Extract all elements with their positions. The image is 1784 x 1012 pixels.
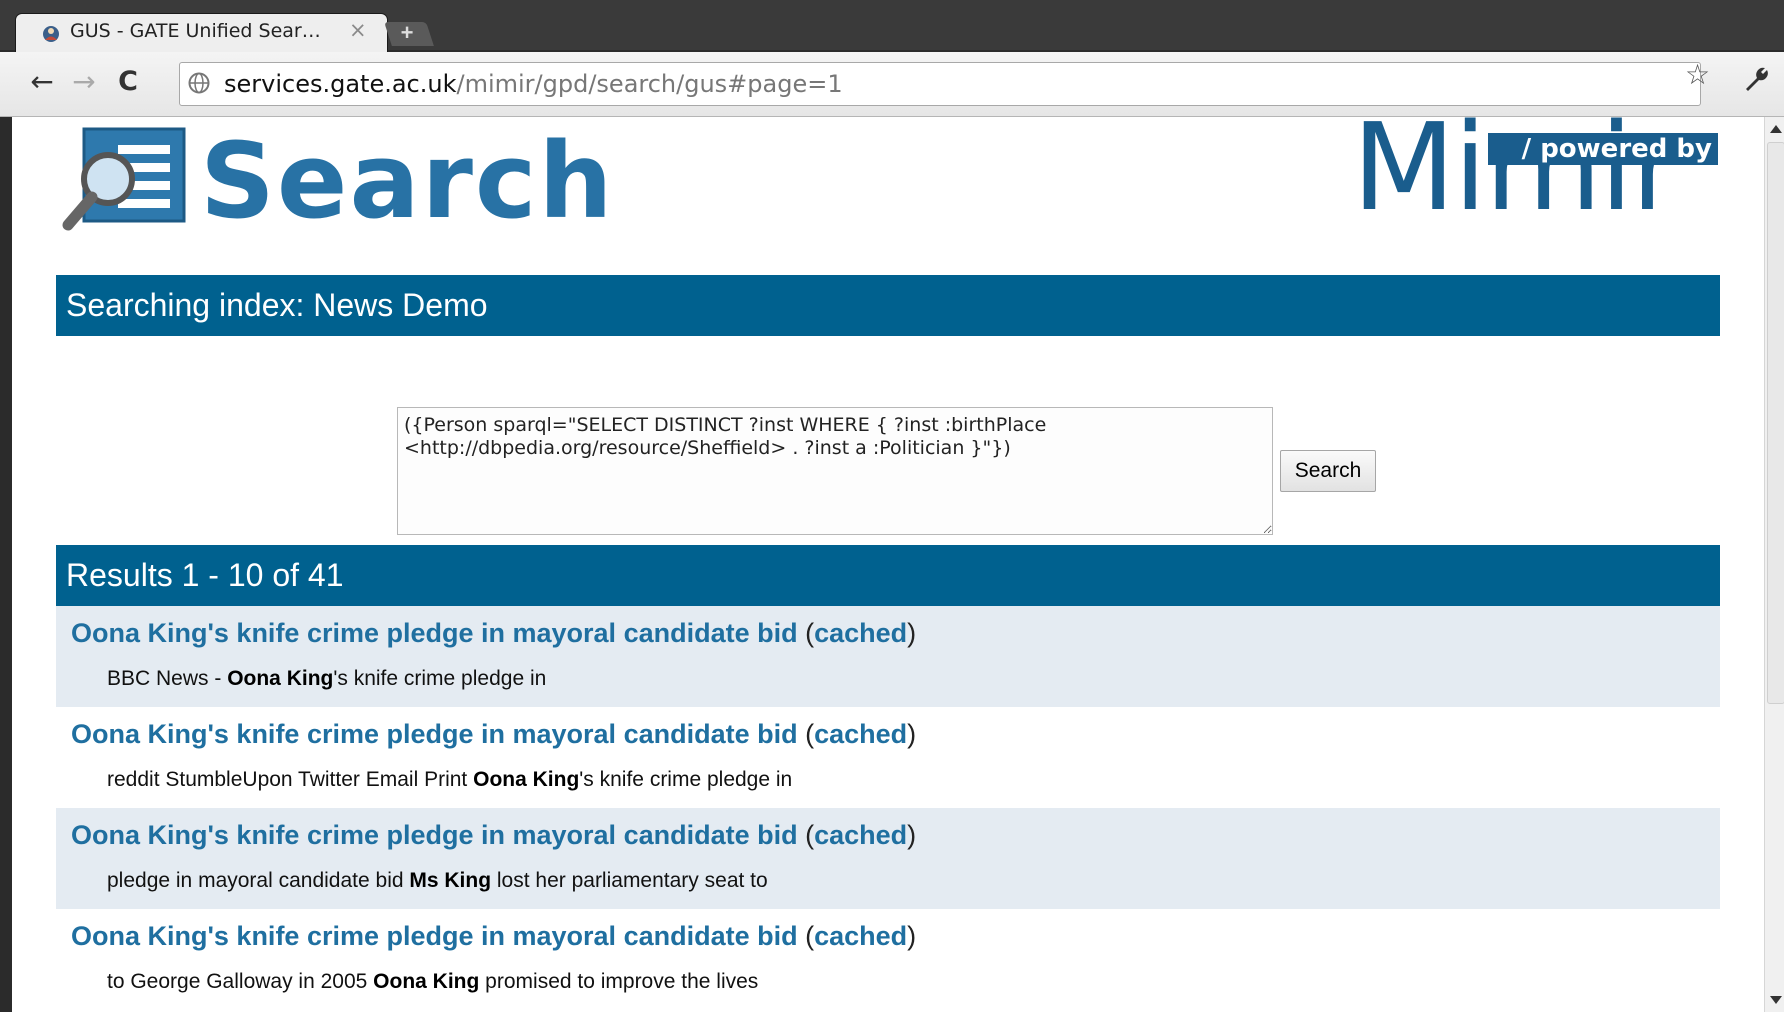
- result-cached-link[interactable]: cached: [814, 719, 907, 749]
- tab-title: GUS - GATE Unified Sear…: [70, 20, 321, 42]
- result-snippet: BBC News - Oona King's knife crime pledg…: [107, 667, 546, 691]
- url-text: services.gate.ac.uk/mimir/gpd/search/gus…: [224, 70, 843, 98]
- snippet-text: BBC News -: [107, 667, 228, 690]
- snippet-text: to George Galloway in 2005: [107, 970, 374, 993]
- wrench-icon[interactable]: [1740, 63, 1770, 93]
- page-viewport: Search Mimir / powered by Searching inde…: [12, 117, 1764, 1012]
- result-cached-link[interactable]: cached: [814, 820, 907, 850]
- snippet-highlight: Oona King: [373, 970, 480, 993]
- result-title: Oona King's knife crime pledge in mayora…: [71, 719, 917, 749]
- scroll-up-icon[interactable]: [1770, 125, 1782, 133]
- snippet-text: lost her parliamentary seat to: [491, 869, 768, 892]
- browser-toolbar: ← → C services.gate.ac.uk/mimir/gpd/sear…: [0, 52, 1784, 117]
- snippet-text: 's knife crime pledge in: [333, 667, 547, 690]
- url-path: /mimir/gpd/search/gus#page=1: [456, 70, 843, 98]
- search-button[interactable]: Search: [1280, 450, 1376, 492]
- result-title: Oona King's knife crime pledge in mayora…: [71, 820, 917, 850]
- index-bar: Searching index: News Demo: [56, 275, 1720, 336]
- result-cached-link[interactable]: cached: [814, 618, 907, 648]
- snippet-highlight: Oona King: [473, 768, 580, 791]
- snippet-text: 's knife crime pledge in: [579, 768, 793, 791]
- browser-tab[interactable]: GUS - GATE Unified Sear… ×: [16, 14, 387, 52]
- address-bar[interactable]: services.gate.ac.uk/mimir/gpd/search/gus…: [179, 62, 1701, 106]
- result-cached-link[interactable]: cached: [814, 921, 907, 951]
- result-item: Oona King's knife crime pledge in mayora…: [56, 808, 1720, 909]
- query-textarea[interactable]: ({Person sparql="SELECT DISTINCT ?inst W…: [397, 407, 1273, 535]
- result-title-link[interactable]: Oona King's knife crime pledge in mayora…: [71, 921, 798, 951]
- result-title: Oona King's knife crime pledge in mayora…: [71, 618, 917, 648]
- result-snippet: pledge in mayoral candidate bid Ms King …: [107, 869, 768, 893]
- globe-icon: [188, 72, 210, 94]
- scroll-down-icon[interactable]: [1770, 996, 1782, 1004]
- forward-button[interactable]: →: [66, 64, 102, 100]
- snippet-highlight: Oona King: [227, 667, 334, 690]
- search-logo-icon: [62, 127, 186, 231]
- result-item: Oona King's knife crime pledge in mayora…: [56, 606, 1720, 707]
- plus-icon: +: [400, 20, 414, 45]
- gus-favicon-icon: [43, 26, 59, 42]
- snippet-text: reddit StumbleUpon Twitter Email Print: [107, 768, 474, 791]
- snippet-text: pledge in mayoral candidate bid: [107, 869, 410, 892]
- snippet-highlight: Ms King: [409, 869, 492, 892]
- results-bar: Results 1 - 10 of 41: [56, 545, 1720, 606]
- result-snippet: to George Galloway in 2005 Oona King pro…: [107, 970, 758, 994]
- result-title: Oona King's knife crime pledge in mayora…: [71, 921, 917, 951]
- result-title-link[interactable]: Oona King's knife crime pledge in mayora…: [71, 820, 798, 850]
- scrollbar-thumb[interactable]: [1767, 142, 1784, 704]
- result-title-link[interactable]: Oona King's knife crime pledge in mayora…: [71, 618, 798, 648]
- back-button[interactable]: ←: [24, 64, 60, 100]
- snippet-text: promised to improve the lives: [479, 970, 759, 993]
- result-snippet: reddit StumbleUpon Twitter Email Print O…: [107, 768, 792, 792]
- url-host: services.gate.ac.uk: [224, 70, 457, 98]
- result-item: Oona King's knife crime pledge in mayora…: [56, 909, 1720, 1010]
- new-tab-button[interactable]: +: [384, 20, 434, 46]
- bookmark-star-icon[interactable]: ☆: [1685, 58, 1710, 91]
- result-item: Oona King's knife crime pledge in mayora…: [56, 707, 1720, 808]
- result-title-link[interactable]: Oona King's knife crime pledge in mayora…: [71, 719, 798, 749]
- tab-close-icon[interactable]: ×: [349, 18, 367, 42]
- mimir-logo: Mimir / powered by: [1352, 117, 1722, 237]
- browser-titlebar: GUS - GATE Unified Sear… × +: [0, 0, 1784, 52]
- powered-by-label: / powered by: [1488, 133, 1718, 165]
- reload-button[interactable]: C: [110, 64, 146, 100]
- vertical-scrollbar[interactable]: [1764, 117, 1784, 1012]
- search-logo-text: Search: [200, 120, 615, 242]
